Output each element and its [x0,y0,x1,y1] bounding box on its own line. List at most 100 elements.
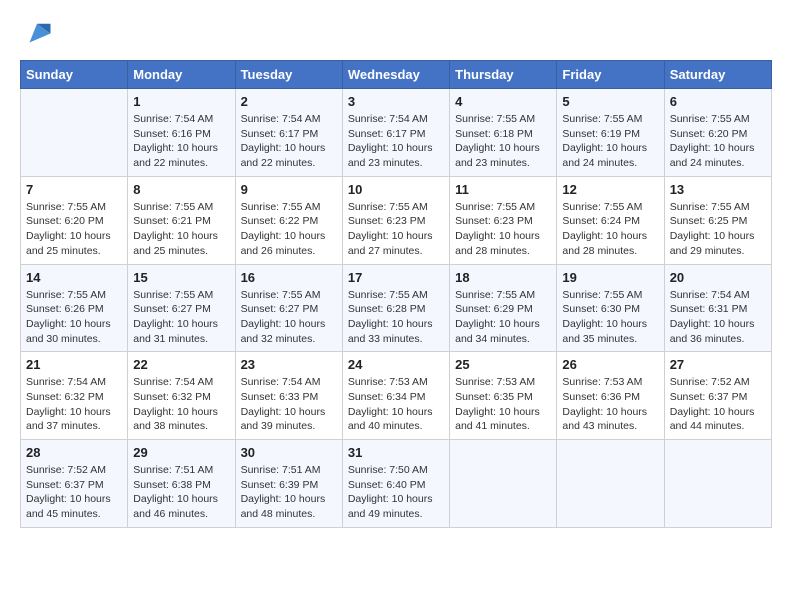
calendar-cell: 15 Sunrise: 7:55 AM Sunset: 6:27 PM Dayli… [128,264,235,352]
calendar-cell: 8 Sunrise: 7:55 AM Sunset: 6:21 PM Daylig… [128,176,235,264]
cell-content: Sunrise: 7:50 AM Sunset: 6:40 PM Dayligh… [348,463,444,522]
cell-content: Sunrise: 7:55 AM Sunset: 6:19 PM Dayligh… [562,112,658,171]
calendar-cell: 27 Sunrise: 7:52 AM Sunset: 6:37 PM Dayli… [664,352,771,440]
cell-content: Sunrise: 7:54 AM Sunset: 6:17 PM Dayligh… [241,112,337,171]
day-number: 25 [455,357,551,372]
day-number: 7 [26,182,122,197]
calendar-cell: 11Sunrise: 7:55 AM Sunset: 6:23 PM Dayli… [450,176,557,264]
calendar-cell: 4 Sunrise: 7:55 AM Sunset: 6:18 PM Daylig… [450,89,557,177]
page-header [20,20,772,50]
calendar-cell: 24 Sunrise: 7:53 AM Sunset: 6:34 PM Dayli… [342,352,449,440]
calendar-cell: 10 Sunrise: 7:55 AM Sunset: 6:23 PM Dayli… [342,176,449,264]
calendar-cell: 31 Sunrise: 7:50 AM Sunset: 6:40 PM Dayli… [342,440,449,528]
calendar-cell: 17Sunrise: 7:55 AM Sunset: 6:28 PM Dayli… [342,264,449,352]
cell-content: Sunrise: 7:55 AM Sunset: 6:26 PM Dayligh… [26,288,122,347]
calendar-cell: 7Sunrise: 7:55 AM Sunset: 6:20 PM Daylig… [21,176,128,264]
calendar-day-header: Thursday [450,61,557,89]
calendar-week-row: 14Sunrise: 7:55 AM Sunset: 6:26 PM Dayli… [21,264,772,352]
logo-icon [22,20,52,50]
calendar-cell: 13Sunrise: 7:55 AM Sunset: 6:25 PM Dayli… [664,176,771,264]
calendar-cell: 20 Sunrise: 7:54 AM Sunset: 6:31 PM Dayli… [664,264,771,352]
calendar-day-header: Wednesday [342,61,449,89]
calendar-week-row: 7Sunrise: 7:55 AM Sunset: 6:20 PM Daylig… [21,176,772,264]
calendar-cell: 14Sunrise: 7:55 AM Sunset: 6:26 PM Dayli… [21,264,128,352]
calendar-day-header: Saturday [664,61,771,89]
day-number: 18 [455,270,551,285]
cell-content: Sunrise: 7:55 AM Sunset: 6:25 PM Dayligh… [670,200,766,259]
day-number: 29 [133,445,229,460]
day-number: 22 [133,357,229,372]
calendar-cell [21,89,128,177]
cell-content: Sunrise: 7:55 AM Sunset: 6:18 PM Dayligh… [455,112,551,171]
day-number: 12 [562,182,658,197]
day-number: 1 [133,94,229,109]
calendar-header-row: SundayMondayTuesdayWednesdayThursdayFrid… [21,61,772,89]
calendar-cell: 22 Sunrise: 7:54 AM Sunset: 6:32 PM Dayli… [128,352,235,440]
day-number: 30 [241,445,337,460]
cell-content: Sunrise: 7:55 AM Sunset: 6:23 PM Dayligh… [348,200,444,259]
cell-content: Sunrise: 7:52 AM Sunset: 6:37 PM Dayligh… [670,375,766,434]
day-number: 17 [348,270,444,285]
day-number: 27 [670,357,766,372]
calendar-cell: 5 Sunrise: 7:55 AM Sunset: 6:19 PM Daylig… [557,89,664,177]
day-number: 11 [455,182,551,197]
calendar-cell: 28Sunrise: 7:52 AM Sunset: 6:37 PM Dayli… [21,440,128,528]
calendar-cell: 21 Sunrise: 7:54 AM Sunset: 6:32 PM Dayli… [21,352,128,440]
cell-content: Sunrise: 7:55 AM Sunset: 6:27 PM Dayligh… [133,288,229,347]
calendar-cell: 18 Sunrise: 7:55 AM Sunset: 6:29 PM Dayli… [450,264,557,352]
day-number: 28 [26,445,122,460]
calendar-day-header: Friday [557,61,664,89]
day-number: 4 [455,94,551,109]
cell-content: Sunrise: 7:55 AM Sunset: 6:21 PM Dayligh… [133,200,229,259]
day-number: 15 [133,270,229,285]
day-number: 23 [241,357,337,372]
day-number: 26 [562,357,658,372]
day-number: 20 [670,270,766,285]
calendar-cell: 16 Sunrise: 7:55 AM Sunset: 6:27 PM Dayli… [235,264,342,352]
calendar-week-row: 28Sunrise: 7:52 AM Sunset: 6:37 PM Dayli… [21,440,772,528]
cell-content: Sunrise: 7:54 AM Sunset: 6:17 PM Dayligh… [348,112,444,171]
calendar-day-header: Sunday [21,61,128,89]
cell-content: Sunrise: 7:55 AM Sunset: 6:20 PM Dayligh… [670,112,766,171]
calendar-cell: 25 Sunrise: 7:53 AM Sunset: 6:35 PM Dayli… [450,352,557,440]
cell-content: Sunrise: 7:55 AM Sunset: 6:30 PM Dayligh… [562,288,658,347]
cell-content: Sunrise: 7:54 AM Sunset: 6:16 PM Dayligh… [133,112,229,171]
day-number: 24 [348,357,444,372]
day-number: 8 [133,182,229,197]
day-number: 10 [348,182,444,197]
calendar-cell: 19 Sunrise: 7:55 AM Sunset: 6:30 PM Dayli… [557,264,664,352]
calendar-cell [664,440,771,528]
day-number: 21 [26,357,122,372]
cell-content: Sunrise: 7:54 AM Sunset: 6:32 PM Dayligh… [26,375,122,434]
cell-content: Sunrise: 7:51 AM Sunset: 6:38 PM Dayligh… [133,463,229,522]
day-number: 9 [241,182,337,197]
calendar-cell: 12 Sunrise: 7:55 AM Sunset: 6:24 PM Dayli… [557,176,664,264]
calendar-cell: 23 Sunrise: 7:54 AM Sunset: 6:33 PM Dayli… [235,352,342,440]
cell-content: Sunrise: 7:54 AM Sunset: 6:31 PM Dayligh… [670,288,766,347]
cell-content: Sunrise: 7:53 AM Sunset: 6:35 PM Dayligh… [455,375,551,434]
cell-content: Sunrise: 7:53 AM Sunset: 6:36 PM Dayligh… [562,375,658,434]
day-number: 6 [670,94,766,109]
calendar-cell [557,440,664,528]
calendar-week-row: 21 Sunrise: 7:54 AM Sunset: 6:32 PM Dayli… [21,352,772,440]
calendar-cell: 3 Sunrise: 7:54 AM Sunset: 6:17 PM Daylig… [342,89,449,177]
day-number: 2 [241,94,337,109]
calendar-week-row: 1 Sunrise: 7:54 AM Sunset: 6:16 PM Daylig… [21,89,772,177]
day-number: 5 [562,94,658,109]
day-number: 3 [348,94,444,109]
calendar-cell: 29 Sunrise: 7:51 AM Sunset: 6:38 PM Dayli… [128,440,235,528]
day-number: 16 [241,270,337,285]
calendar-day-header: Monday [128,61,235,89]
calendar-cell: 2 Sunrise: 7:54 AM Sunset: 6:17 PM Daylig… [235,89,342,177]
day-number: 31 [348,445,444,460]
cell-content: Sunrise: 7:55 AM Sunset: 6:29 PM Dayligh… [455,288,551,347]
calendar-cell: 30Sunrise: 7:51 AM Sunset: 6:39 PM Dayli… [235,440,342,528]
cell-content: Sunrise: 7:55 AM Sunset: 6:24 PM Dayligh… [562,200,658,259]
calendar-day-header: Tuesday [235,61,342,89]
calendar-cell: 9Sunrise: 7:55 AM Sunset: 6:22 PM Daylig… [235,176,342,264]
cell-content: Sunrise: 7:55 AM Sunset: 6:27 PM Dayligh… [241,288,337,347]
day-number: 19 [562,270,658,285]
cell-content: Sunrise: 7:54 AM Sunset: 6:32 PM Dayligh… [133,375,229,434]
cell-content: Sunrise: 7:54 AM Sunset: 6:33 PM Dayligh… [241,375,337,434]
cell-content: Sunrise: 7:53 AM Sunset: 6:34 PM Dayligh… [348,375,444,434]
